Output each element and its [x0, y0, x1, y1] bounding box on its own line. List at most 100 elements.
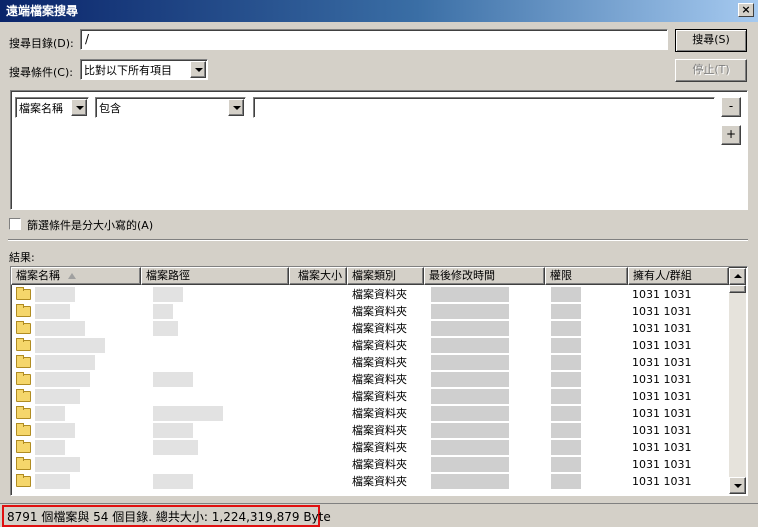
window-title: 遠端檔案搜尋: [6, 4, 79, 18]
table-row[interactable]: 檔案資料夾 1031 1031: [11, 405, 729, 422]
redacted-perm: [551, 287, 581, 302]
owner-cell: 1031 1031: [632, 322, 692, 335]
dropdown-arrow-icon[interactable]: [228, 99, 244, 116]
close-button[interactable]: ×: [738, 3, 754, 17]
file-type-cell: 檔案資料夾: [352, 322, 407, 335]
owner-cell: 1031 1031: [632, 339, 692, 352]
owner-cell: 1031 1031: [632, 475, 692, 488]
file-type-cell: 檔案資料夾: [352, 373, 407, 386]
add-condition-button[interactable]: +: [721, 125, 741, 145]
stop-button[interactable]: 停止(T): [675, 59, 747, 82]
redacted-mtime: [431, 406, 509, 421]
redacted-name: [35, 338, 105, 353]
scroll-up-icon[interactable]: [729, 268, 746, 285]
search-dir-input[interactable]: /: [80, 29, 668, 50]
redacted-mtime: [431, 389, 509, 404]
table-row[interactable]: 檔案資料夾 1031 1031: [11, 456, 729, 473]
owner-cell: 1031 1031: [632, 288, 692, 301]
table-row[interactable]: 檔案資料夾 1031 1031: [11, 473, 729, 490]
file-type-cell: 檔案資料夾: [352, 390, 407, 403]
table-row[interactable]: 檔案資料夾 1031 1031: [11, 354, 729, 371]
search-button[interactable]: 搜尋(S): [675, 29, 747, 52]
owner-cell: 1031 1031: [632, 407, 692, 420]
table-row[interactable]: 檔案資料夾 1031 1031: [11, 320, 729, 337]
case-sensitive-checkbox[interactable]: [9, 218, 21, 230]
redacted-perm: [551, 389, 581, 404]
column-header-label: 擁有人/群組: [633, 269, 692, 282]
redacted-perm: [551, 457, 581, 472]
folder-icon: [16, 338, 31, 351]
scroll-down-icon[interactable]: [729, 477, 746, 494]
file-type-cell: 檔案資料夾: [352, 458, 407, 471]
owner-cell: 1031 1031: [632, 458, 692, 471]
redacted-path: [153, 287, 183, 302]
redacted-name: [35, 321, 85, 336]
redacted-perm: [551, 474, 581, 489]
table-row[interactable]: 檔案資料夾 1031 1031: [11, 439, 729, 456]
divider: [8, 239, 748, 241]
redacted-name: [35, 440, 65, 455]
table-row[interactable]: 檔案資料夾 1031 1031: [11, 303, 729, 320]
redacted-path: [153, 304, 173, 319]
redacted-perm: [551, 304, 581, 319]
redacted-path: [153, 372, 193, 387]
column-header-label: 最後修改時間: [429, 269, 495, 282]
table-row[interactable]: 檔案資料夾 1031 1031: [11, 388, 729, 405]
search-cond-select[interactable]: 比對以下所有項目: [80, 59, 208, 80]
column-header-label: 檔案大小: [298, 269, 342, 282]
folder-icon: [16, 372, 31, 385]
redacted-path: [153, 406, 223, 421]
redacted-name: [35, 304, 70, 319]
file-type-cell: 檔案資料夾: [352, 441, 407, 454]
column-header-name[interactable]: 檔案名稱: [11, 267, 141, 285]
column-header-type[interactable]: 檔案類別: [347, 267, 424, 285]
search-cond-value: 比對以下所有項目: [84, 64, 172, 77]
redacted-perm: [551, 423, 581, 438]
file-type-cell: 檔案資料夾: [352, 407, 407, 420]
scrollbar-thumb[interactable]: [729, 285, 746, 293]
column-header-mtime[interactable]: 最後修改時間: [424, 267, 545, 285]
column-header-size[interactable]: 檔案大小: [289, 267, 347, 285]
folder-icon: [16, 457, 31, 470]
redacted-perm: [551, 321, 581, 336]
filter-field-select[interactable]: 檔案名稱: [15, 97, 89, 118]
table-row[interactable]: 檔案資料夾 1031 1031: [11, 286, 729, 303]
redacted-name: [35, 406, 65, 421]
redacted-mtime: [431, 474, 509, 489]
folder-icon: [16, 321, 31, 334]
column-header-label: 檔案類別: [352, 269, 396, 282]
redacted-name: [35, 287, 75, 302]
column-header-owner[interactable]: 擁有人/群組: [628, 267, 729, 285]
dropdown-arrow-icon[interactable]: [71, 99, 87, 116]
redacted-mtime: [431, 355, 509, 370]
results-list: 檔案名稱 檔案路徑 檔案大小 檔案類別 最後修改時間 權限 擁有人/群組 檔案資料夾 1031…: [10, 266, 748, 496]
filter-operator-select[interactable]: 包含: [95, 97, 246, 118]
redacted-name: [35, 474, 70, 489]
vertical-scrollbar[interactable]: [729, 268, 746, 494]
remove-condition-button[interactable]: -: [721, 97, 741, 117]
table-row[interactable]: 檔案資料夾 1031 1031: [11, 371, 729, 388]
folder-icon: [16, 355, 31, 368]
redacted-path: [153, 321, 178, 336]
window-titlebar: 遠端檔案搜尋 ×: [0, 0, 758, 22]
close-icon: ×: [741, 3, 751, 16]
redacted-name: [35, 457, 80, 472]
filter-value-input[interactable]: [253, 97, 715, 118]
owner-cell: 1031 1031: [632, 373, 692, 386]
redacted-path: [153, 423, 193, 438]
stop-button-label: 停止(T): [692, 63, 730, 76]
column-header-path[interactable]: 檔案路徑: [141, 267, 289, 285]
redacted-path: [153, 474, 193, 489]
filter-operator-value: 包含: [99, 102, 121, 115]
sort-asc-icon: [68, 273, 76, 279]
column-header-perm[interactable]: 權限: [545, 267, 628, 285]
redacted-mtime: [431, 304, 509, 319]
column-header-label: 檔案路徑: [146, 269, 190, 282]
redacted-name: [35, 372, 90, 387]
redacted-mtime: [431, 440, 509, 455]
table-row[interactable]: 檔案資料夾 1031 1031: [11, 337, 729, 354]
table-row[interactable]: 檔案資料夾 1031 1031: [11, 422, 729, 439]
redacted-mtime: [431, 457, 509, 472]
dropdown-arrow-icon[interactable]: [190, 61, 206, 78]
case-sensitive-label: 篩選條件是分大小寫的(A): [27, 219, 154, 232]
